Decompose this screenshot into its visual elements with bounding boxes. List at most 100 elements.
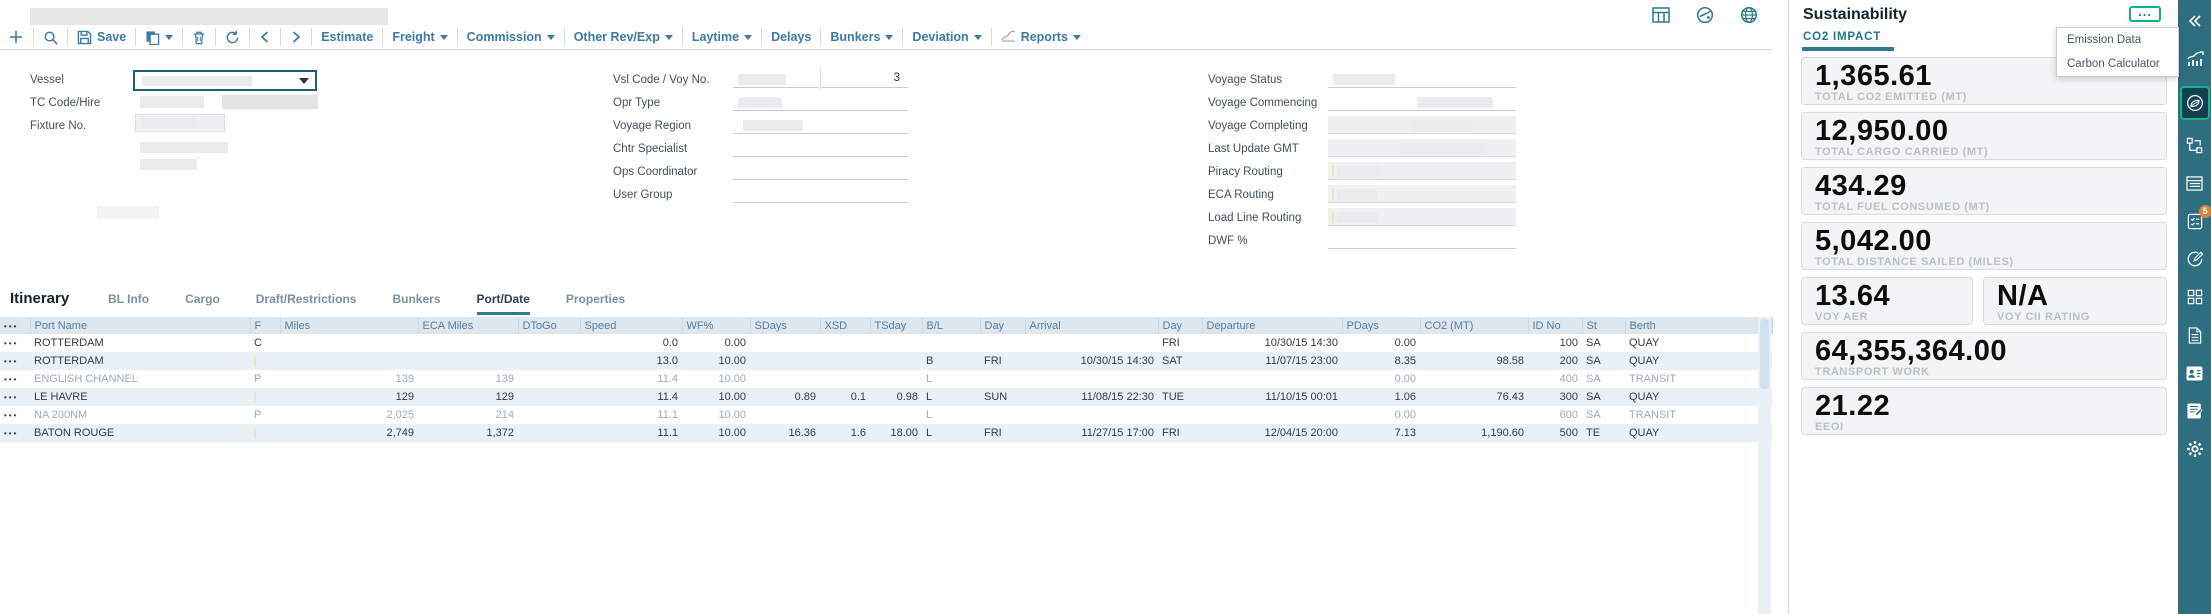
column-header-miles[interactable]: Miles [280,317,418,334]
itinerary-row-english-channel[interactable]: •••ENGLISH CHANNELP13913911.410.00L0.004… [0,370,1772,388]
user-group-field[interactable] [733,185,908,203]
piracy-routing-field[interactable] [1328,162,1516,180]
menu-item-label: Delays [771,30,811,44]
row-menu-button[interactable]: ••• [0,388,30,406]
column-header-tsday[interactable]: TSday [870,317,922,334]
column-header-speed[interactable]: Speed [580,317,682,334]
table-view-button[interactable] [2184,172,2206,194]
sustainability-button[interactable] [2180,86,2210,120]
tab-bl-info[interactable]: BL Info [108,292,149,315]
prev-button[interactable] [259,30,271,44]
menu-item-commission[interactable]: Commission [467,30,555,44]
opr-type-field[interactable] [733,93,908,111]
row-menu-button[interactable]: ••• [0,352,30,370]
menu-item-label: Reports [1021,30,1068,44]
voyage-region-field[interactable] [733,116,908,134]
eca-routing-field[interactable] [1328,185,1516,203]
grid-view-icon[interactable] [1652,6,1670,24]
vessel-select[interactable] [133,70,317,91]
cell-st: SA [1582,334,1625,352]
column-header-id-no[interactable]: ID No [1528,317,1582,334]
save-button[interactable]: Save [77,30,126,45]
column-header-st[interactable]: St [1582,317,1625,334]
column-header-wf[interactable]: WF% [682,317,750,334]
column-header-f[interactable]: F [250,317,280,334]
copy-button[interactable] [145,30,173,45]
tab-cargo[interactable]: Cargo [185,292,220,315]
load-line-routing-field[interactable] [1328,208,1516,226]
apps-button[interactable] [2184,286,2206,308]
menu-item-bunkers[interactable]: Bunkers [830,30,893,44]
voyage-status-field[interactable] [1328,70,1516,88]
tab-properties[interactable]: Properties [566,292,625,315]
vsl-code-field[interactable] [733,70,819,88]
column-header-eca-miles[interactable]: ECA Miles [418,317,518,334]
column-header-pdays[interactable]: PDays [1342,317,1420,334]
menu-item-reports[interactable]: Reports [1001,29,1081,45]
scrollbar-thumb[interactable] [1760,319,1769,389]
menu-item-laytime[interactable]: Laytime [692,30,752,44]
voyage-completing-field[interactable] [1328,116,1516,134]
globe-icon[interactable] [1740,6,1758,24]
settings-button[interactable] [2184,438,2206,460]
refresh-button[interactable] [225,30,240,45]
ops-coordinator-field[interactable] [733,162,908,180]
notes-button[interactable] [2184,400,2206,422]
menu-item-other-rev-exp[interactable]: Other Rev/Exp [574,30,673,44]
menu-item-estimate[interactable]: Estimate [321,30,373,44]
itinerary-row-baton-rouge[interactable]: •••BATON ROUGE2,7491,37211.110.0016.361.… [0,424,1772,442]
itinerary-row-na-200nm[interactable]: •••NA 200NMP2,02521411.110.00L0.00600SAT… [0,406,1772,424]
column-header-port-name[interactable]: Port Name [30,317,250,334]
tasks-button[interactable]: 5 [2184,210,2206,232]
menu-item-deviation[interactable]: Deviation [912,30,981,44]
table-scrollbar[interactable] [1758,317,1771,614]
compose-button[interactable] [2184,248,2206,270]
documents-button[interactable] [2184,324,2206,346]
cell-idno: 500 [1528,424,1582,442]
column-header-day[interactable]: Day [980,317,1025,334]
itinerary-row-rotterdam[interactable]: •••ROTTERDAM13.010.00BFRI10/30/15 14:30S… [0,352,1772,370]
menu-item-delays[interactable]: Delays [771,30,811,44]
dwf-field[interactable] [1328,231,1516,249]
fixture-no-field[interactable] [135,114,225,132]
panel-more-button[interactable]: ... [2129,6,2161,22]
analytics-button[interactable] [2184,48,2206,70]
sync-icon[interactable] [1696,6,1714,24]
row-menu-button[interactable]: ••• [0,370,30,388]
new-button[interactable] [8,29,24,45]
workflow-button[interactable] [2184,134,2206,156]
contacts-button[interactable] [2184,362,2206,384]
last-update-gmt-field[interactable] [1328,139,1516,157]
column-header-sdays[interactable]: SDays [750,317,820,334]
column-header-day[interactable]: Day [1158,317,1202,334]
tc-code-field[interactable] [140,96,204,108]
tab-port-date[interactable]: Port/Date [477,292,530,315]
column-header-departure[interactable]: Departure [1202,317,1342,334]
column-header-dtogo[interactable]: DToGo [518,317,580,334]
itinerary-row-rotterdam[interactable]: •••ROTTERDAMC0.00.00FRI10/30/15 14:300.0… [0,334,1772,352]
menu-item-carbon-calculator[interactable]: Carbon Calculator [2057,52,2178,76]
column-header-b-l[interactable]: B/L [922,317,980,334]
delete-button[interactable] [192,30,206,45]
column-header-berth[interactable]: Berth [1625,317,1772,334]
row-menu-button[interactable]: ••• [0,406,30,424]
column-header-co2-mt[interactable]: CO2 (MT) [1420,317,1528,334]
next-button[interactable] [290,30,302,44]
voy-no-field[interactable]: 3 [822,70,908,88]
menu-item-emission-data[interactable]: Emission Data [2057,28,2178,52]
column-header-arrival[interactable]: Arrival [1025,317,1158,334]
chtr-specialist-field[interactable] [733,139,908,157]
tab-draft-restrictions[interactable]: Draft/Restrictions [256,292,357,315]
column-header-menu[interactable]: ••• [0,317,30,334]
collapse-panel-button[interactable] [2184,10,2206,32]
row-menu-button[interactable]: ••• [0,424,30,442]
column-header-xsd[interactable]: XSD [820,317,870,334]
itinerary-row-le-havre[interactable]: •••LE HAVRE12912911.410.000.890.10.98LSU… [0,388,1772,406]
menu-item-freight[interactable]: Freight [392,30,447,44]
tab-bunkers[interactable]: Bunkers [392,292,440,315]
cell-miles: 139 [280,370,418,388]
row-menu-button[interactable]: ••• [0,334,30,352]
tc-hire-field[interactable] [222,95,318,109]
voyage-commencing-field[interactable] [1328,93,1516,111]
search-button[interactable] [43,30,58,45]
